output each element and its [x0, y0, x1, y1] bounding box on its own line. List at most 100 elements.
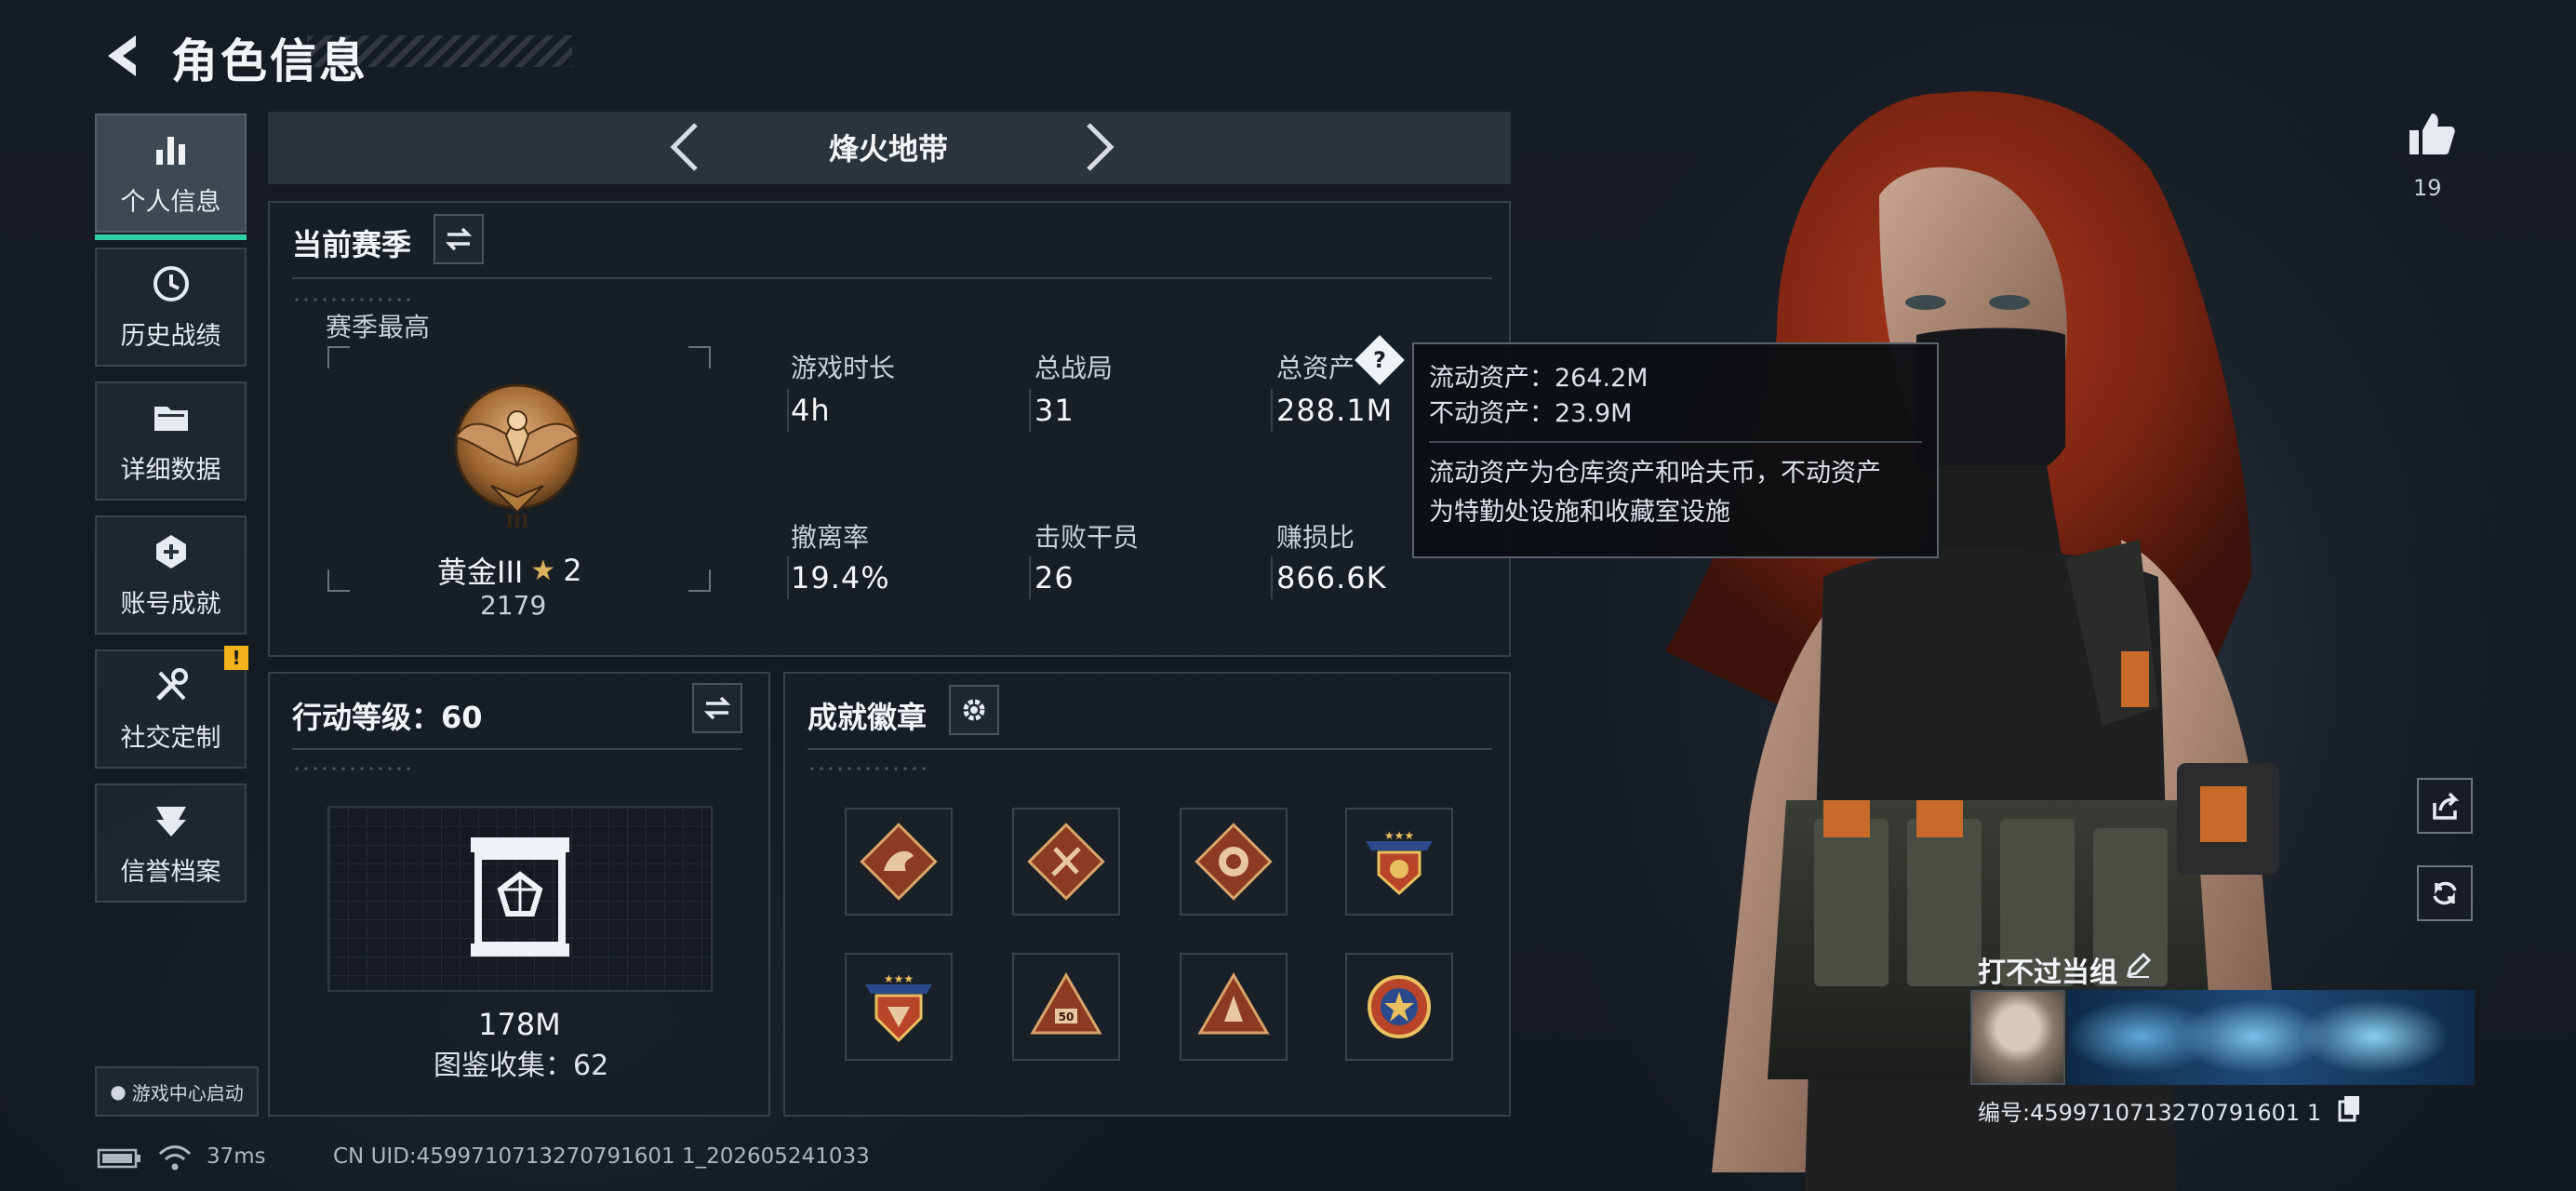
sidebar-item-label: 账号成就	[120, 589, 221, 619]
tooltip-desc-line2: 为特勤处设施和收藏室设施	[1429, 498, 1730, 527]
sidebar-item-history[interactable]: 历史战绩	[95, 248, 247, 367]
sidebar-item-social[interactable]: 社交定制 !	[95, 646, 248, 769]
likes-count: 19	[2413, 175, 2442, 201]
achievement-badge-winged-shield[interactable]: ★★★	[1345, 808, 1453, 916]
sidebar-item-personal-info[interactable]: 个人信息	[95, 114, 247, 240]
swap-arrows-icon	[445, 227, 473, 251]
stat-value-kills: 26	[1034, 560, 1074, 596]
collection-count: 图鉴收集：62	[434, 1050, 609, 1082]
refresh-button[interactable]	[2417, 865, 2473, 921]
achievement-badge-pyramid[interactable]: 50	[1012, 953, 1120, 1061]
refresh-icon	[2433, 881, 2457, 905]
sidebar-item-label: 个人信息	[120, 187, 221, 217]
tools-icon	[155, 667, 188, 701]
uid-text: CN UID:4599710713270791601 1_20260524103…	[333, 1144, 870, 1169]
stat-label-playtime: 游戏时长	[791, 353, 896, 383]
stat-separator	[1029, 556, 1031, 599]
achievement-badge-tools[interactable]	[1012, 808, 1120, 916]
tooltip-liquid-assets: 流动资产：264.2M	[1429, 364, 1648, 393]
player-avatar[interactable]	[1970, 990, 2065, 1085]
thumbs-up-icon[interactable]	[2404, 108, 2456, 160]
collection-case-icon	[471, 837, 569, 957]
achievement-badge-dragon[interactable]	[845, 808, 953, 916]
dots-decor	[808, 763, 928, 774]
qq-icon: ●	[110, 1080, 127, 1103]
launch-label: 游戏中心启动	[131, 1081, 244, 1104]
star-icon: ★	[530, 554, 556, 587]
folder-icon	[153, 406, 188, 431]
eagle-shield-badge-icon: ★★★	[865, 972, 932, 1043]
player-name: 打不过当组	[1978, 957, 2117, 989]
sidebar-item-label: 历史战绩	[120, 321, 221, 351]
rank-display: 黄金III ★ 2	[437, 549, 582, 592]
season-divider	[292, 277, 1492, 279]
game-center-launch-button[interactable]: ● 游戏中心启动	[95, 1066, 259, 1117]
dots-decor	[292, 294, 413, 305]
stat-separator	[787, 556, 789, 599]
tools-badge-icon	[1027, 823, 1105, 901]
edit-pencil-icon[interactable]	[2125, 951, 2153, 979]
sidebar-item-achievements[interactable]: 账号成就	[95, 515, 247, 635]
achievements-settings-button[interactable]	[949, 685, 999, 735]
stat-value-profit-ratio: 866.6K	[1276, 560, 1387, 596]
stat-value-extract-rate: 19.4%	[791, 560, 890, 596]
wifi-icon	[158, 1145, 192, 1171]
season-title: 当前赛季	[292, 227, 412, 262]
stat-separator	[1271, 556, 1273, 599]
sidebar-item-reputation[interactable]: 信誉档案	[95, 783, 247, 903]
dots-decor	[292, 763, 413, 774]
stat-label-extract-rate: 撤离率	[791, 522, 870, 553]
back-arrow-icon[interactable]	[97, 28, 149, 84]
frame-corner	[327, 346, 350, 368]
achievement-badge-star-medal[interactable]	[1345, 953, 1453, 1061]
mode-title: 烽火地带	[828, 131, 948, 167]
dragon-badge-icon	[860, 823, 938, 901]
action-level-title: 行动等级：60	[292, 700, 483, 735]
gold-rank-emblem-icon: III	[454, 383, 581, 531]
sidebar-item-details[interactable]: 详细数据	[95, 381, 247, 501]
achievement-badge-triangle[interactable]	[1180, 953, 1288, 1061]
star-medal-badge-icon	[1368, 975, 1431, 1038]
stat-label-kills: 击败干员	[1034, 522, 1140, 553]
stat-separator	[1029, 389, 1031, 432]
medal-plus-icon	[155, 534, 186, 569]
player-id: 编号:4599710713270791601 1	[1978, 1100, 2322, 1126]
achievements-title: 成就徽章	[808, 700, 928, 735]
next-mode-arrow-icon[interactable]	[1075, 119, 1122, 175]
stat-value-playtime: 4h	[791, 393, 831, 428]
prev-mode-arrow-icon[interactable]	[662, 119, 709, 175]
achievements-divider	[808, 748, 1492, 750]
season-best-label: 赛季最高	[326, 312, 431, 342]
rank-stars: 2	[563, 553, 582, 588]
action-level-switch-button[interactable]	[692, 683, 742, 733]
achievement-badge-eagle-shield[interactable]: ★★★	[845, 953, 953, 1061]
share-button[interactable]	[2417, 778, 2473, 834]
copy-icon[interactable]	[2337, 1094, 2363, 1122]
svg-text:★★★: ★★★	[884, 972, 914, 985]
player-banner[interactable]	[2067, 990, 2475, 1085]
action-level-divider	[292, 748, 742, 750]
stat-separator	[1271, 389, 1273, 432]
sidebar-item-label: 详细数据	[120, 455, 221, 485]
winged-shield-badge-icon: ★★★	[1366, 829, 1433, 896]
collection-value: 178M	[478, 1007, 561, 1042]
clock-history-icon	[153, 265, 189, 301]
svg-text:★★★: ★★★	[1384, 829, 1414, 842]
frame-corner	[327, 569, 350, 592]
stat-label-assets: 总资产	[1276, 353, 1355, 383]
tooltip-fixed-assets: 不动资产：23.9M	[1429, 399, 1633, 428]
stat-value-assets: 288.1M	[1276, 393, 1394, 428]
frame-corner	[688, 346, 711, 368]
battery-icon	[97, 1148, 140, 1169]
stat-label-matches: 总战局	[1034, 353, 1114, 383]
warning-badge: !	[224, 646, 248, 670]
sidebar-item-label: 社交定制	[120, 723, 221, 753]
ping-value: 37ms	[207, 1144, 266, 1169]
question-icon: ?	[1373, 346, 1386, 373]
tooltip-desc-line1: 流动资产为仓库资产和哈夫币，不动资产	[1429, 459, 1881, 488]
badge-number: 50	[1059, 1010, 1074, 1024]
gear-icon	[963, 699, 985, 721]
achievement-badge-lion[interactable]	[1180, 808, 1288, 916]
season-switch-button[interactable]	[434, 214, 484, 264]
svg-text:III: III	[505, 512, 528, 531]
